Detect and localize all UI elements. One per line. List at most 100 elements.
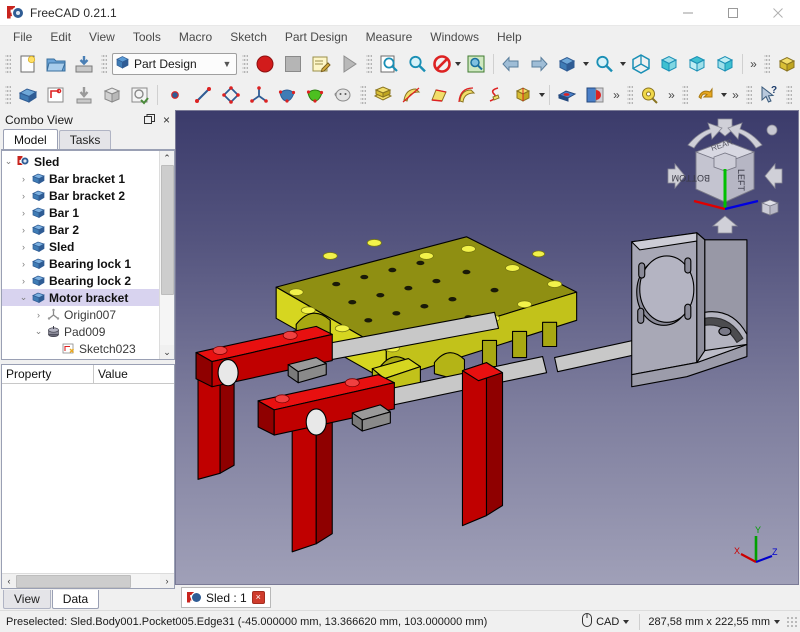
toolbar-grip[interactable] xyxy=(5,83,11,106)
toolbar-grip[interactable] xyxy=(5,52,11,75)
toolbar-grip[interactable] xyxy=(366,52,372,75)
tree-item-bar-1[interactable]: › Bar 1 xyxy=(2,204,159,221)
part-box-icon[interactable] xyxy=(773,51,800,77)
boolean-icon[interactable] xyxy=(581,82,609,108)
whats-this-icon[interactable]: ? xyxy=(755,82,783,108)
tree-item-motor-bracket[interactable]: ⌄ Motor bracket xyxy=(2,289,159,306)
undo-icon[interactable] xyxy=(691,82,719,108)
expand-arrow-closed-icon[interactable]: › xyxy=(17,242,30,252)
attach-sketch-icon[interactable] xyxy=(70,82,98,108)
tree-item-bearing-lock-2[interactable]: › Bearing lock 2 xyxy=(2,272,159,289)
fit-selection-icon[interactable] xyxy=(403,51,431,77)
scroll-up-icon[interactable]: ⌃ xyxy=(159,151,174,165)
toolbar-overflow-button-4[interactable]: » xyxy=(664,82,679,108)
draw-style-dropdown-icon[interactable] xyxy=(453,51,462,77)
close-panel-icon[interactable]: × xyxy=(158,111,175,128)
measure-icon[interactable] xyxy=(636,82,664,108)
scrollbar-thumb[interactable] xyxy=(160,165,174,295)
expand-arrow-open-icon[interactable]: ⌄ xyxy=(32,326,45,337)
top-view-icon[interactable] xyxy=(683,51,711,77)
tree-item-origin007[interactable]: › Origin007 xyxy=(2,306,159,323)
fit-all-icon[interactable] xyxy=(375,51,403,77)
menu-measure[interactable]: Measure xyxy=(357,27,422,47)
additive-dropdown-icon[interactable] xyxy=(537,82,546,108)
scrollbar-track[interactable] xyxy=(159,165,174,345)
chevron-down-icon-2[interactable] xyxy=(774,619,780,624)
datum-point-icon[interactable] xyxy=(161,82,189,108)
close-icon[interactable]: × xyxy=(251,591,265,604)
scrollbar-track-h[interactable] xyxy=(16,574,160,589)
toolbar-grip[interactable] xyxy=(682,83,688,106)
navigation-style-selector[interactable]: CAD xyxy=(582,613,631,630)
right-view-icon[interactable] xyxy=(711,51,739,77)
menu-view[interactable]: View xyxy=(80,27,124,47)
float-panel-icon[interactable] xyxy=(141,111,158,128)
expand-arrow-closed-icon[interactable]: › xyxy=(17,225,30,235)
chevron-down-icon[interactable] xyxy=(623,619,630,624)
macro-record-icon[interactable] xyxy=(251,51,279,77)
property-horizontal-scrollbar[interactable]: ‹ › xyxy=(2,573,174,588)
scroll-left-icon[interactable]: ‹ xyxy=(2,573,16,588)
macro-execute-icon[interactable] xyxy=(335,51,363,77)
expand-arrow-open-icon[interactable]: ⌄ xyxy=(17,292,30,303)
draw-style-icon[interactable] xyxy=(431,51,453,77)
menu-sketch[interactable]: Sketch xyxy=(221,27,276,47)
macro-stop-icon[interactable] xyxy=(279,51,307,77)
workbench-selector[interactable]: Part Design ▼ xyxy=(112,52,237,75)
menu-macro[interactable]: Macro xyxy=(170,27,221,47)
tree-item-pad009[interactable]: ⌄ Pad009 xyxy=(2,323,159,340)
tree-item-sketch023[interactable]: Sketch023 xyxy=(2,340,159,357)
clone-icon[interactable] xyxy=(329,82,357,108)
zoom-dropdown-icon[interactable] xyxy=(618,51,627,77)
expand-arrow-closed-icon[interactable]: › xyxy=(32,310,45,320)
additive-primitive-icon[interactable] xyxy=(509,82,537,108)
close-button[interactable] xyxy=(755,0,800,26)
macro-edit-icon[interactable] xyxy=(307,51,335,77)
new-document-icon[interactable] xyxy=(14,51,42,77)
menu-tools[interactable]: Tools xyxy=(124,27,170,47)
expand-arrow-closed-icon[interactable]: › xyxy=(17,259,30,269)
open-document-icon[interactable] xyxy=(42,51,70,77)
datum-plane-icon[interactable] xyxy=(217,82,245,108)
isometric-view-icon[interactable] xyxy=(627,51,655,77)
toolbar-overflow-button[interactable]: » xyxy=(746,51,761,77)
tree-item-bar-2[interactable]: › Bar 2 xyxy=(2,221,159,238)
create-sketch-icon[interactable] xyxy=(42,82,70,108)
additive-pipe-icon[interactable] xyxy=(453,82,481,108)
datum-coordinate-icon[interactable] xyxy=(245,82,273,108)
toolbar-grip[interactable] xyxy=(101,52,107,75)
toolbar-overflow-button-3[interactable]: » xyxy=(609,82,624,108)
close-document-icon[interactable] xyxy=(795,82,800,108)
menu-help[interactable]: Help xyxy=(488,27,531,47)
toolbar-grip[interactable] xyxy=(746,83,752,106)
menu-file[interactable]: File xyxy=(4,27,41,47)
toolbar-grip[interactable] xyxy=(764,52,770,75)
additive-helix-icon[interactable] xyxy=(481,82,509,108)
datum-line-icon[interactable] xyxy=(189,82,217,108)
axonometric-icon[interactable] xyxy=(462,51,490,77)
front-view-icon[interactable] xyxy=(655,51,683,77)
undo-dropdown-icon[interactable] xyxy=(719,82,728,108)
toolbar-grip[interactable] xyxy=(786,83,792,106)
tree-item-bearing-lock-1[interactable]: › Bearing lock 1 xyxy=(2,255,159,272)
toolbar-grip[interactable] xyxy=(242,52,248,75)
tree-item-bar-bracket-2[interactable]: › Bar bracket 2 xyxy=(2,187,159,204)
maximize-button[interactable] xyxy=(710,0,755,26)
tree-item-sled[interactable]: › Sled xyxy=(2,238,159,255)
menu-edit[interactable]: Edit xyxy=(41,27,80,47)
navigation-cube[interactable]: BOTTOM LEFT REAR xyxy=(666,117,784,235)
expand-arrow-closed-icon[interactable]: › xyxy=(17,276,30,286)
resize-grip[interactable] xyxy=(786,615,798,628)
toolbar-overflow-button-5[interactable]: » xyxy=(728,82,743,108)
3d-viewport[interactable]: BOTTOM LEFT REAR Y X Z xyxy=(175,110,799,585)
view-next-icon[interactable] xyxy=(525,51,553,77)
map-sketch-icon[interactable] xyxy=(126,82,154,108)
sub-shape-binder-icon[interactable] xyxy=(301,82,329,108)
menu-windows[interactable]: Windows xyxy=(421,27,488,47)
tab-view[interactable]: View xyxy=(3,590,51,609)
shape-binder-icon[interactable] xyxy=(273,82,301,108)
tree-item-bar-bracket-1[interactable]: › Bar bracket 1 xyxy=(2,170,159,187)
expand-arrow-closed-icon[interactable]: › xyxy=(17,208,30,218)
property-rows[interactable] xyxy=(2,384,174,573)
pocket-icon[interactable] xyxy=(553,82,581,108)
